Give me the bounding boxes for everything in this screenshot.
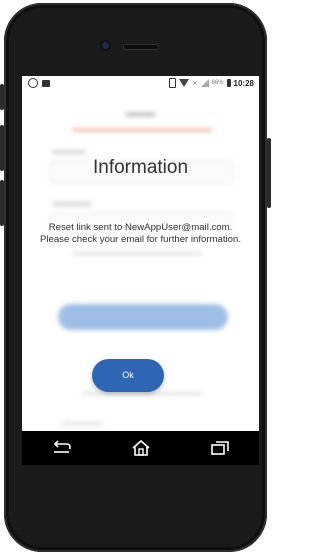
recents-icon xyxy=(210,441,229,455)
home-button[interactable] xyxy=(128,437,154,459)
back-button[interactable] xyxy=(49,437,75,459)
image-icon xyxy=(42,79,50,87)
status-left-icons xyxy=(28,78,50,88)
background-line xyxy=(72,252,202,255)
android-navigation-bar xyxy=(22,431,259,465)
wifi-icon xyxy=(179,79,190,87)
status-right-icons: ✕ 86% 10:28 xyxy=(169,78,254,88)
status-bar: ✕ 86% 10:28 xyxy=(22,76,259,92)
background-error-text xyxy=(72,128,212,132)
dialog-title: Information xyxy=(92,157,189,178)
battery-icon xyxy=(226,79,231,87)
home-icon xyxy=(131,439,150,456)
front-camera xyxy=(102,42,109,49)
background-line xyxy=(62,422,102,425)
clock: 10:28 xyxy=(233,78,254,88)
dialog-message: Reset link sent to NewAppUser@mail.com. … xyxy=(39,222,242,245)
background-label xyxy=(52,202,92,206)
background-line xyxy=(82,392,202,395)
battery-percent: 86% xyxy=(211,80,224,86)
recents-button[interactable] xyxy=(207,437,233,459)
ok-button[interactable]: Ok xyxy=(92,359,164,392)
earpiece-speaker xyxy=(123,44,159,50)
background-heading: ▬▬▬ xyxy=(125,108,156,119)
vibrate-icon xyxy=(169,78,177,88)
power-button xyxy=(267,138,271,208)
whatsapp-icon xyxy=(28,78,38,88)
signal-icon xyxy=(200,79,209,87)
back-icon xyxy=(53,440,71,453)
network-label: ✕ xyxy=(192,80,198,87)
background-label xyxy=(52,150,86,154)
phone-screen: ✕ 86% 10:28 ▬▬▬ Information Reset link s… xyxy=(22,76,259,465)
background-button xyxy=(58,304,228,330)
